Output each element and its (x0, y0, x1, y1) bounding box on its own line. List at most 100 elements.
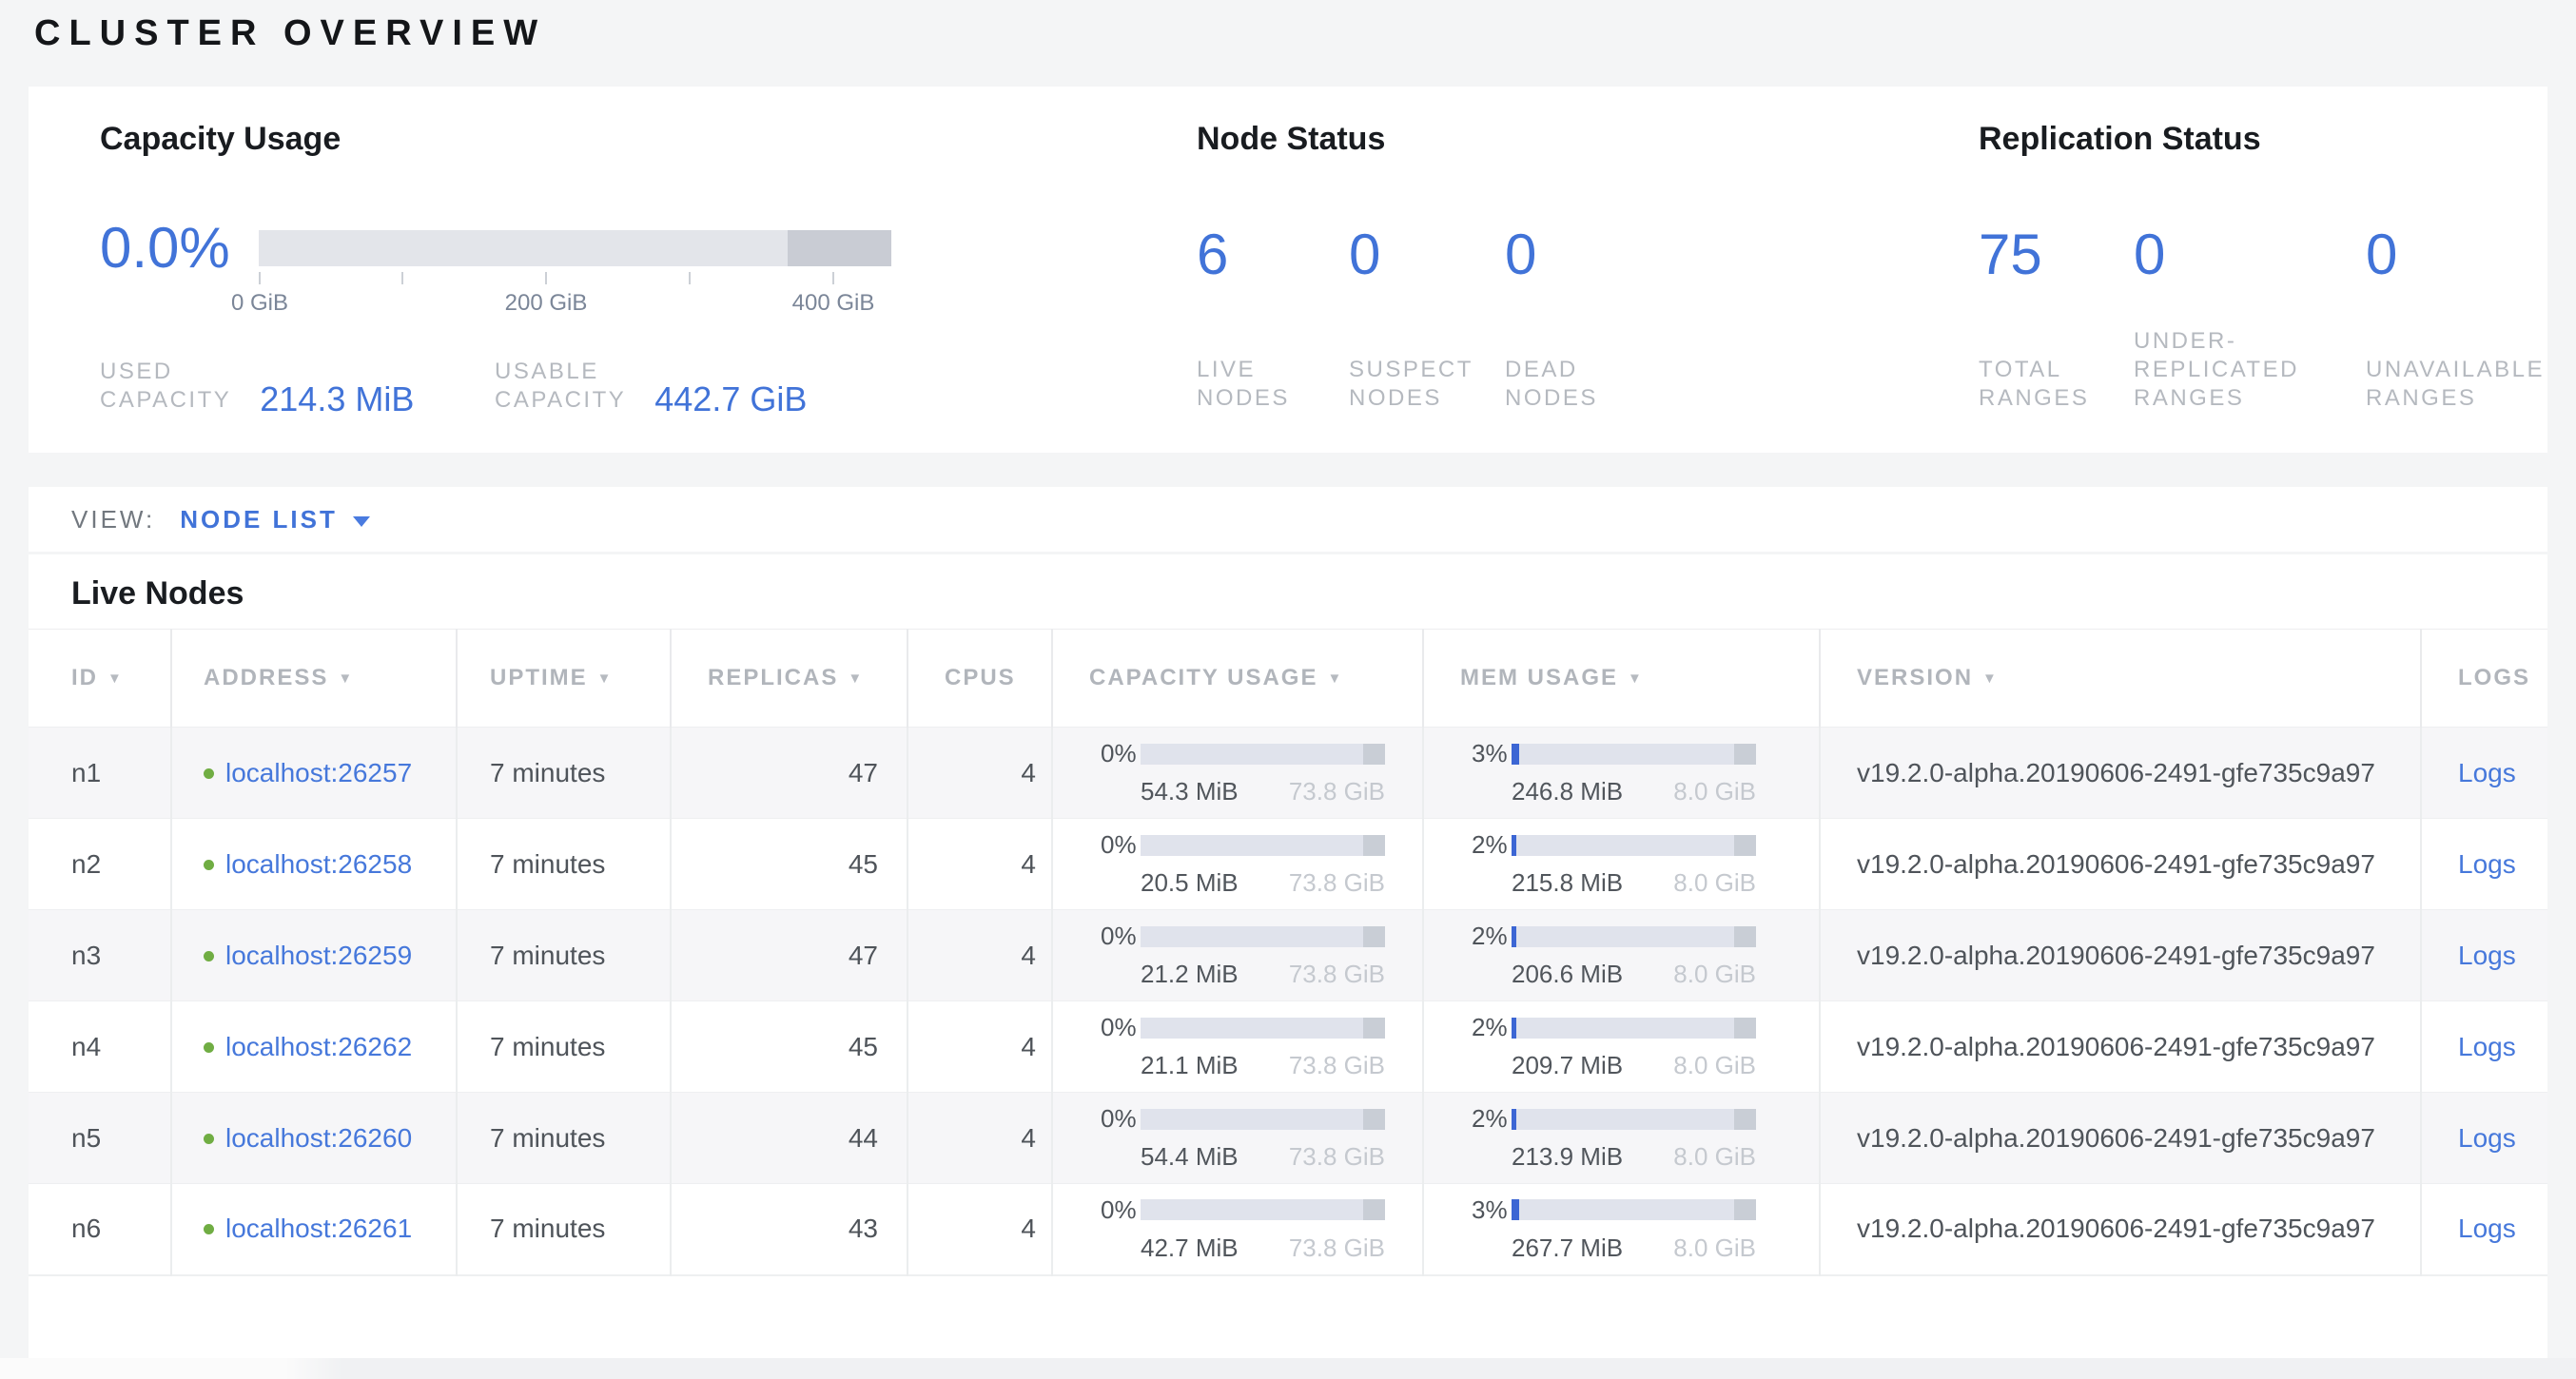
column-header-replicas[interactable]: REPLICAS▼ (671, 630, 907, 728)
mem-used-value: 215.8 MiB (1512, 868, 1623, 898)
mem-total-value: 8.0 GiB (1673, 1233, 1756, 1263)
mem-percent-label: 2% (1472, 1013, 1506, 1042)
capacity-total-value: 73.8 GiB (1289, 777, 1385, 806)
node-id-cell: n1 (29, 728, 171, 819)
capacity-usage-bar (1141, 1109, 1385, 1130)
mem-usage-bar (1512, 744, 1756, 765)
axis-tick-label: 200 GiB (505, 290, 588, 317)
node-status-section: Node Status 6 LIVE NODES 0 SUSPECT NODES… (1197, 87, 1901, 453)
mem-percent-label: 3% (1472, 1195, 1506, 1225)
table-row: n6 localhost:26261 7 minutes 43 4 0% 42.… (29, 1184, 2547, 1275)
replication-status-section: Replication Status 75 TOTAL RANGES 0 UND… (1979, 87, 2540, 453)
node-capacity-usage-cell: 0% 54.3 MiB 73.8 GiB (1052, 728, 1423, 819)
mem-reserved-segment (1734, 744, 1756, 765)
node-address-link[interactable]: localhost:26258 (225, 849, 412, 879)
logs-link[interactable]: Logs (2458, 941, 2516, 970)
node-logs-cell: Logs (2421, 910, 2547, 1001)
node-id-cell: n3 (29, 910, 171, 1001)
logs-link[interactable]: Logs (2458, 849, 2516, 879)
node-address-cell: localhost:26258 (171, 819, 457, 910)
mem-reserved-segment (1734, 835, 1756, 856)
node-address-link[interactable]: localhost:26260 (225, 1123, 412, 1153)
usable-capacity-label: USABLE CAPACITY (495, 358, 626, 415)
capacity-usage-bar (1141, 1199, 1385, 1220)
capacity-total-value: 73.8 GiB (1289, 1051, 1385, 1080)
capacity-used-value: 54.3 MiB (1141, 777, 1239, 806)
node-address-cell: localhost:26261 (171, 1184, 457, 1275)
node-address-cell: localhost:26257 (171, 728, 457, 819)
capacity-percent-label: 0% (1101, 1195, 1135, 1225)
node-id-cell: n4 (29, 1001, 171, 1093)
node-logs-cell: Logs (2421, 1093, 2547, 1184)
page-title: CLUSTER OVERVIEW (34, 13, 546, 54)
node-id-cell: n6 (29, 1184, 171, 1275)
column-header-capacity-usage[interactable]: CAPACITY USAGE▼ (1052, 630, 1423, 728)
table-row: n2 localhost:26258 7 minutes 45 4 0% 20.… (29, 819, 2547, 910)
node-address-cell: localhost:26260 (171, 1093, 457, 1184)
node-address-link[interactable]: localhost:26262 (225, 1032, 412, 1061)
node-address-link[interactable]: localhost:26259 (225, 941, 412, 970)
capacity-percent: 0.0% (100, 220, 230, 277)
table-row: n1 localhost:26257 7 minutes 47 4 0% 54.… (29, 728, 2547, 819)
node-mem-usage-cell: 3% 246.8 MiB 8.0 GiB (1423, 728, 1820, 819)
capacity-gauge-bar (259, 230, 891, 266)
logs-link[interactable]: Logs (2458, 1123, 2516, 1153)
mem-usage-bar (1512, 1018, 1756, 1039)
mem-used-value: 206.6 MiB (1512, 960, 1623, 989)
node-version-cell: v19.2.0-alpha.20190606-2491-gfe735c9a97 (1820, 728, 2421, 819)
logs-link[interactable]: Logs (2458, 1214, 2516, 1243)
page-bottom-strip (0, 1358, 2576, 1379)
sort-desc-icon: ▼ (107, 670, 124, 687)
view-label: VIEW: (71, 505, 155, 534)
mem-percent-label: 3% (1472, 739, 1506, 768)
view-dropdown[interactable]: NODE LIST (180, 505, 338, 534)
capacity-total-value: 73.8 GiB (1289, 868, 1385, 898)
sort-desc-icon: ▼ (848, 670, 864, 687)
mem-percent-label: 2% (1472, 830, 1506, 860)
column-header-mem-usage[interactable]: MEM USAGE▼ (1423, 630, 1820, 728)
capacity-reserved-segment (1363, 1199, 1385, 1220)
node-cpus-cell: 4 (907, 1093, 1052, 1184)
node-uptime-cell: 7 minutes (457, 1093, 671, 1184)
logs-link[interactable]: Logs (2458, 1032, 2516, 1061)
node-address-link[interactable]: localhost:26261 (225, 1214, 412, 1243)
sort-desc-icon: ▼ (1628, 670, 1644, 687)
node-mem-usage-cell: 2% 215.8 MiB 8.0 GiB (1423, 819, 1820, 910)
node-id-cell: n2 (29, 819, 171, 910)
mem-total-value: 8.0 GiB (1673, 1051, 1756, 1080)
mem-total-value: 8.0 GiB (1673, 777, 1756, 806)
column-header-address[interactable]: ADDRESS▼ (171, 630, 457, 728)
sort-desc-icon: ▼ (1327, 670, 1343, 687)
mem-percent-label: 2% (1472, 922, 1506, 951)
table-row: n3 localhost:26259 7 minutes 47 4 0% 21.… (29, 910, 2547, 1001)
node-live-dot-icon (204, 1224, 214, 1234)
mem-usage-bar (1512, 835, 1756, 856)
node-version-cell: v19.2.0-alpha.20190606-2491-gfe735c9a97 (1820, 819, 2421, 910)
axis-tick (545, 272, 547, 284)
mem-percent-label: 2% (1472, 1104, 1506, 1134)
node-logs-cell: Logs (2421, 1184, 2547, 1275)
mem-used-value: 213.9 MiB (1512, 1142, 1623, 1172)
node-replicas-cell: 47 (671, 728, 907, 819)
usable-capacity-value: 442.7 GiB (654, 382, 807, 417)
mem-usage-bar (1512, 1199, 1756, 1220)
column-header-uptime[interactable]: UPTIME▼ (457, 630, 671, 728)
node-replicas-cell: 45 (671, 819, 907, 910)
mem-used-fill (1512, 1199, 1519, 1220)
capacity-total-value: 73.8 GiB (1289, 1142, 1385, 1172)
node-capacity-usage-cell: 0% 21.1 MiB 73.8 GiB (1052, 1001, 1423, 1093)
node-id-cell: n5 (29, 1093, 171, 1184)
node-live-dot-icon (204, 1042, 214, 1053)
logs-link[interactable]: Logs (2458, 758, 2516, 787)
node-cpus-cell: 4 (907, 728, 1052, 819)
table-body: n1 localhost:26257 7 minutes 47 4 0% 54.… (29, 728, 2547, 1275)
column-header-id[interactable]: ID▼ (29, 630, 171, 728)
chevron-down-icon[interactable] (353, 516, 370, 527)
capacity-used-value: 20.5 MiB (1141, 868, 1239, 898)
node-address-link[interactable]: localhost:26257 (225, 758, 412, 787)
node-mem-usage-cell: 2% 209.7 MiB 8.0 GiB (1423, 1001, 1820, 1093)
mem-used-value: 246.8 MiB (1512, 777, 1623, 806)
node-version-cell: v19.2.0-alpha.20190606-2491-gfe735c9a97 (1820, 910, 2421, 1001)
column-header-version[interactable]: VERSION▼ (1820, 630, 2421, 728)
view-bar: VIEW: NODE LIST (29, 487, 2547, 552)
